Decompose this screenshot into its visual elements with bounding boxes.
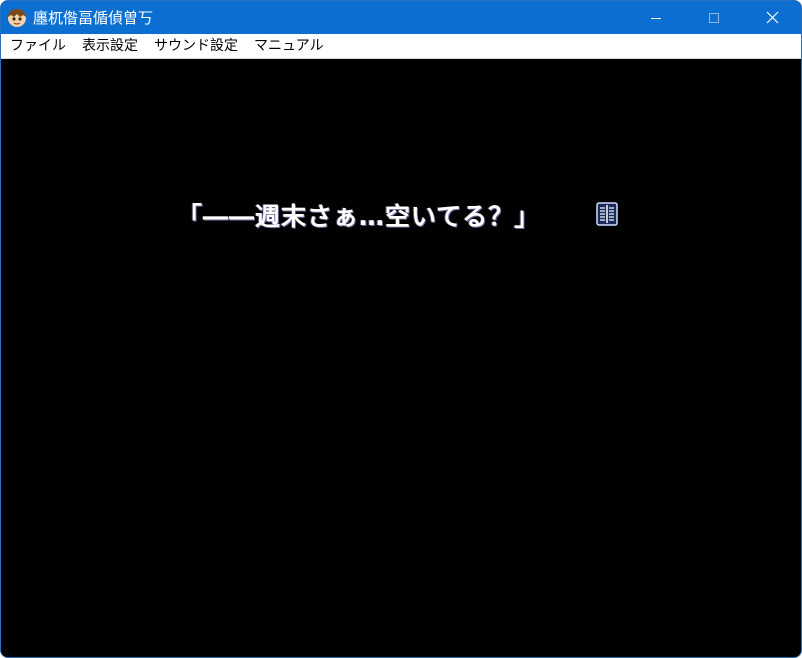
maximize-button[interactable] (685, 1, 743, 34)
dialogue-text: 「――週末さぁ…空いてる？」 (177, 202, 541, 231)
minimize-icon (651, 17, 661, 19)
title-bar[interactable]: 廛杌偺畐偱偵曽丂 (1, 1, 801, 34)
menu-file[interactable]: ファイル (1, 35, 74, 57)
game-screen[interactable]: 「――週末さぁ…空いてる？」 (1, 59, 801, 657)
menu-manual[interactable]: マニュアル (246, 35, 332, 57)
close-icon (766, 11, 778, 24)
menu-bar: ファイル 表示設定 サウンド設定 マニュアル (1, 34, 801, 59)
minimize-button[interactable] (627, 1, 685, 34)
app-window: 廛杌偺畐偱偵曽丂 ファイル 表示設定 サウンド設定 マニュアル 「――週末さぁ…… (0, 0, 802, 658)
window-title: 廛杌偺畐偱偵曽丂 (33, 9, 154, 27)
menu-sound-settings[interactable]: サウンド設定 (146, 35, 246, 57)
page-wait-icon (596, 202, 618, 226)
maximize-icon (709, 12, 719, 23)
close-button[interactable] (743, 1, 801, 34)
app-icon (8, 9, 26, 27)
menu-display-settings[interactable]: 表示設定 (74, 35, 146, 57)
